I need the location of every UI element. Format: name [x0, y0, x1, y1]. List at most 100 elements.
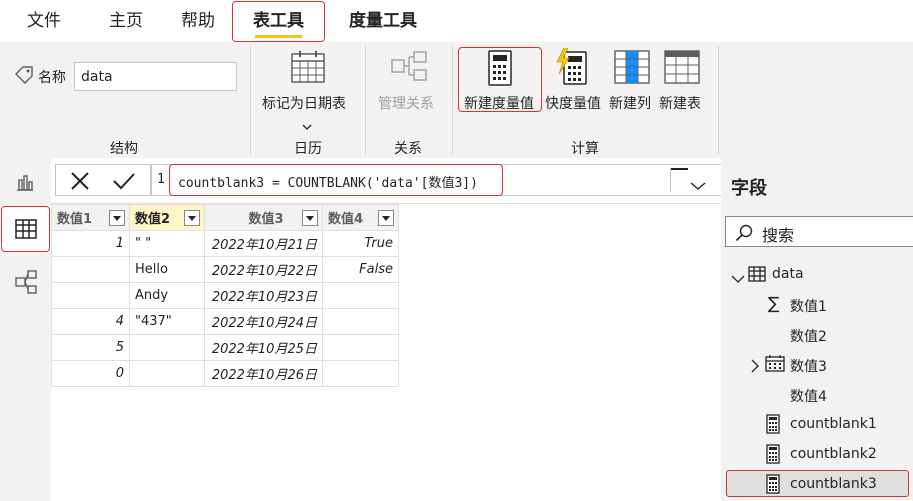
cell[interactable]: [51, 256, 130, 283]
quick-measure-button[interactable]: 快度量值: [545, 93, 601, 113]
cell[interactable]: 2022年10月21日: [204, 230, 323, 257]
cell[interactable]: [322, 334, 399, 361]
cell[interactable]: Hello: [129, 256, 205, 283]
cell[interactable]: " ": [129, 230, 205, 257]
measure-calculator-icon: [766, 444, 780, 468]
group-label-structure: 结构: [110, 141, 138, 157]
table-row: 0 2022年10月26日: [51, 360, 399, 387]
fields-search-box[interactable]: 搜索: [725, 216, 913, 247]
table-row: Hello 2022年10月22日 False: [51, 256, 399, 283]
field-item[interactable]: 数值3: [790, 356, 827, 376]
cell[interactable]: 2022年10月24日: [204, 308, 323, 335]
model-view-icon[interactable]: [14, 269, 38, 299]
cell[interactable]: 4: [51, 308, 130, 335]
tab-help[interactable]: 帮助: [166, 0, 230, 42]
field-item[interactable]: 数值4: [790, 386, 827, 406]
cell[interactable]: "437": [129, 308, 205, 335]
group-label-calculations: 计算: [571, 141, 599, 157]
tab-home[interactable]: 主页: [94, 0, 158, 42]
data-view-highlight: [1, 206, 50, 252]
mark-as-date-table-button[interactable]: 标记为日期表: [262, 93, 346, 113]
editor-divider: [670, 168, 671, 192]
filter-dropdown-icon[interactable]: [109, 210, 125, 226]
column-header[interactable]: 数值1: [51, 204, 130, 231]
cell[interactable]: 5: [51, 334, 130, 361]
formula-highlight: [169, 164, 503, 196]
fields-table-data[interactable]: data: [772, 266, 804, 282]
calendar-icon: [290, 50, 326, 88]
cell[interactable]: 2022年10月26日: [204, 360, 323, 387]
measure-calculator-icon: [766, 414, 780, 438]
collapse-chevron-icon[interactable]: [731, 269, 745, 288]
cancel-icon[interactable]: [70, 171, 90, 195]
cell[interactable]: [129, 334, 205, 361]
table-row: Andy 2022年10月23日: [51, 282, 399, 309]
fields-pane-title: 字段: [731, 178, 767, 199]
tab-measure-tools[interactable]: 度量工具: [334, 0, 432, 42]
name-label: 名称: [38, 70, 66, 86]
report-view-icon[interactable]: [15, 172, 35, 196]
filter-dropdown-icon[interactable]: [378, 210, 394, 226]
cell[interactable]: [51, 282, 130, 309]
filter-dropdown-icon[interactable]: [302, 210, 318, 226]
tag-icon: [14, 66, 34, 88]
table-icon: [748, 266, 766, 286]
field-item[interactable]: 数值2: [790, 326, 827, 346]
search-placeholder: 搜索: [762, 226, 795, 245]
column-header[interactable]: 数值4: [322, 204, 399, 231]
separator: [718, 46, 719, 154]
cell[interactable]: 2022年10月22日: [204, 256, 323, 283]
ribbon: 名称 结构 标记为日期表 日历 管理关系 关系 新建度量值 快度量值 新建列 新…: [0, 42, 913, 158]
cell[interactable]: [322, 308, 399, 335]
editor-scroll-marker: [670, 168, 688, 170]
separator: [365, 46, 366, 154]
formula-bar: 1 countblank3 = COUNTBLANK('data'[数值3]): [51, 158, 765, 204]
cell[interactable]: 0: [51, 360, 130, 387]
date-hierarchy-icon: [765, 354, 785, 376]
group-label-relations: 关系: [394, 141, 422, 157]
new-table-button[interactable]: 新建表: [659, 93, 701, 113]
new-column-icon: [614, 50, 650, 88]
chevron-down-icon[interactable]: [302, 116, 312, 135]
table-name-input[interactable]: [74, 62, 237, 91]
measure-calculator-icon: [766, 474, 780, 498]
table-row: 4 "437" 2022年10月24日: [51, 308, 399, 335]
field-item[interactable]: countblank2: [790, 446, 877, 462]
new-measure-highlight: [458, 47, 542, 112]
ribbon-tabs: 文件 主页 帮助 表工具 度量工具: [0, 0, 913, 42]
cell[interactable]: [322, 282, 399, 309]
column-header-selected[interactable]: 数值2: [129, 204, 205, 231]
formula-actions: [55, 164, 151, 196]
commit-check-icon[interactable]: [112, 171, 136, 195]
field-item-label: countblank3: [790, 476, 877, 492]
manage-relationships-icon: [390, 50, 428, 88]
filter-dropdown-icon[interactable]: [184, 210, 200, 226]
table-row: 1 " " 2022年10月21日 True: [51, 230, 399, 257]
formula-line-number: 1: [157, 172, 165, 187]
cell[interactable]: False: [322, 256, 399, 283]
tab-highlight: [232, 1, 325, 42]
column-header[interactable]: 数值3: [204, 204, 323, 231]
group-label-calendar: 日历: [294, 141, 322, 157]
new-table-icon: [664, 50, 700, 88]
sigma-icon: ∑: [768, 294, 780, 314]
cell[interactable]: 2022年10月23日: [204, 282, 323, 309]
cell[interactable]: 2022年10月25日: [204, 334, 323, 361]
cell[interactable]: [322, 360, 399, 387]
search-icon: [735, 224, 753, 246]
tab-file[interactable]: 文件: [12, 0, 76, 42]
expand-chevron-icon[interactable]: [751, 358, 759, 377]
new-column-button[interactable]: 新建列: [609, 93, 651, 113]
data-grid: 数值1 数值2 数值3 数值4 1 " " 2022年10月21日 True Hell…: [51, 204, 399, 387]
cell[interactable]: True: [322, 230, 399, 257]
field-item[interactable]: countblank1: [790, 416, 877, 432]
cell[interactable]: [129, 360, 205, 387]
quick-measure-icon: [555, 47, 589, 90]
cell[interactable]: Andy: [129, 282, 205, 309]
view-switcher: [0, 158, 51, 501]
field-item[interactable]: 数值1: [790, 296, 827, 316]
table-row: 5 2022年10月25日: [51, 334, 399, 361]
manage-relationships-button[interactable]: 管理关系: [378, 93, 434, 113]
expand-chevron-icon[interactable]: [690, 176, 706, 195]
cell[interactable]: 1: [51, 230, 130, 257]
